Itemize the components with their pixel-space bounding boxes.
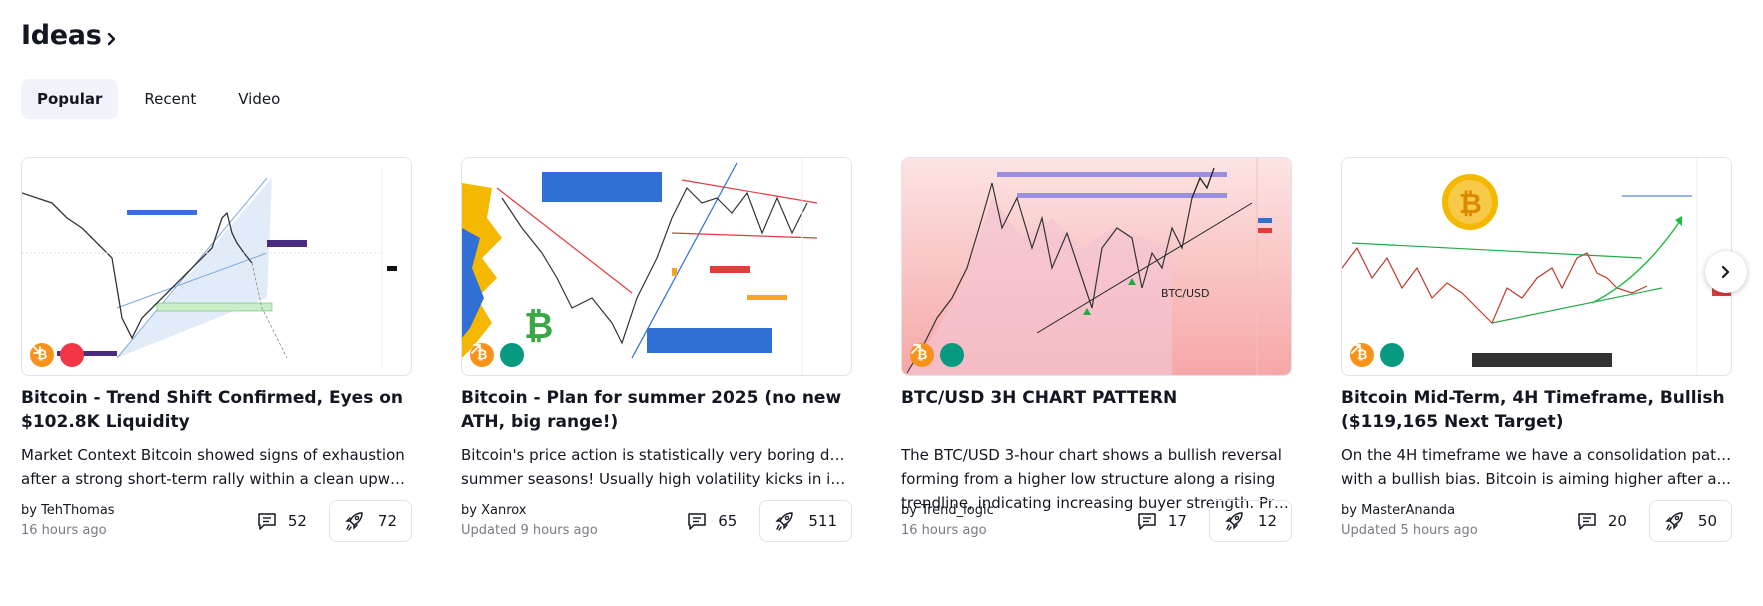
idea-meta: by TehThomas 16 hours ago <box>21 501 115 541</box>
boost-count: 12 <box>1257 512 1277 530</box>
author-link[interactable]: by TehThomas <box>21 501 115 521</box>
timestamp: 16 hours ago <box>901 523 987 538</box>
idea-badges: ₿ <box>910 343 970 367</box>
boost-button[interactable]: 72 <box>328 500 412 542</box>
idea-footer: by TehThomas 16 hours ago 52 72 <box>21 500 412 542</box>
timestamp: Updated 5 hours ago <box>1341 523 1478 538</box>
idea-thumbnail[interactable]: ₿ <box>21 157 412 376</box>
idea-card[interactable]: ₿ ₿ Bitcoin Mid-Term, 4H Timeframe, Bull… <box>1341 157 1732 542</box>
boost-button[interactable]: 511 <box>759 500 852 542</box>
idea-title[interactable]: BTC/USD 3H CHART PATTERN <box>901 386 1292 434</box>
idea-description: On the 4H timeframe we have a consolidat… <box>1341 446 1732 488</box>
comments-count: 52 <box>287 512 307 530</box>
idea-title[interactable]: Bitcoin - Trend Shift Confirmed, Eyes on… <box>21 386 412 434</box>
chart-pair-label: BTC/USD <box>1161 287 1210 300</box>
arrow-up-right-icon <box>911 343 964 367</box>
rocket-icon <box>775 512 794 531</box>
idea-card[interactable]: ₿ Bitcoin - Trend Shift Confirmed, Eyes … <box>21 157 412 542</box>
boost-count: 50 <box>1697 512 1717 530</box>
comments-count: 17 <box>1167 512 1187 530</box>
boost-button[interactable]: 50 <box>1648 500 1732 542</box>
section-header[interactable]: Ideas <box>21 20 121 51</box>
idea-actions: 17 12 <box>1136 500 1292 542</box>
idea-thumbnail[interactable]: ₿ ₿ <box>461 157 852 376</box>
timestamp: 16 hours ago <box>21 523 107 538</box>
timestamp: Updated 9 hours ago <box>461 523 598 538</box>
arrow-up-right-icon <box>1351 343 1404 367</box>
comments-button[interactable]: 17 <box>1136 511 1187 531</box>
idea-footer: by MasterAnanda Updated 5 hours ago 20 5… <box>1341 500 1732 542</box>
idea-actions: 52 72 <box>256 500 412 542</box>
author-link[interactable]: by MasterAnanda <box>1341 501 1478 521</box>
tab-recent[interactable]: Recent <box>128 79 212 119</box>
idea-description: Market Context Bitcoin showed signs of e… <box>21 446 412 488</box>
tab-popular[interactable]: Popular <box>21 79 119 119</box>
boost-count: 511 <box>808 512 837 530</box>
idea-footer: by Xanrox Updated 9 hours ago 65 511 <box>461 500 852 542</box>
comments-button[interactable]: 65 <box>686 511 737 531</box>
idea-actions: 20 50 <box>1576 500 1732 542</box>
boost-button[interactable]: 12 <box>1208 500 1292 542</box>
comments-button[interactable]: 52 <box>256 511 307 531</box>
author-link[interactable]: by Xanrox <box>461 501 598 521</box>
comment-icon <box>688 513 707 530</box>
idea-meta: by Xanrox Updated 9 hours ago <box>461 501 598 541</box>
svg-text:₿: ₿ <box>524 306 553 347</box>
idea-meta: by Trend_logic 16 hours ago <box>901 501 994 541</box>
arrow-up-right-icon <box>471 343 524 367</box>
idea-title[interactable]: Bitcoin - Plan for summer 2025 (no new A… <box>461 386 852 434</box>
idea-thumbnail[interactable]: BTC/USD ₿ <box>901 157 1292 376</box>
boost-count: 72 <box>377 512 397 530</box>
comment-icon <box>1578 513 1596 530</box>
section-title[interactable]: Ideas <box>21 20 102 51</box>
carousel-next-button[interactable] <box>1705 251 1747 293</box>
idea-badges: ₿ <box>1350 343 1410 367</box>
svg-text:₿: ₿ <box>1459 187 1482 220</box>
rocket-icon <box>345 512 363 531</box>
chevron-right-icon <box>108 32 116 45</box>
idea-title[interactable]: Bitcoin Mid-Term, 4H Timeframe, Bullish … <box>1341 386 1732 434</box>
comment-icon <box>258 513 276 530</box>
ideas-carousel: ₿ Bitcoin - Trend Shift Confirmed, Eyes … <box>21 157 1732 542</box>
comments-button[interactable]: 20 <box>1576 511 1627 531</box>
tab-bar: Popular Recent Video <box>21 79 306 119</box>
comments-count: 65 <box>718 512 738 530</box>
comment-icon <box>1138 513 1156 530</box>
tab-video[interactable]: Video <box>222 79 296 119</box>
idea-badges: ₿ <box>30 343 90 367</box>
chevron-right-icon <box>1721 265 1730 279</box>
idea-description: Bitcoin's price action is statistically … <box>461 446 852 488</box>
arrow-down-right-icon <box>31 343 84 367</box>
idea-meta: by MasterAnanda Updated 5 hours ago <box>1341 501 1478 541</box>
idea-actions: 65 511 <box>686 500 852 542</box>
comments-count: 20 <box>1607 512 1627 530</box>
rocket-icon <box>1225 512 1243 531</box>
idea-badges: ₿ <box>470 343 530 367</box>
rocket-icon <box>1665 512 1683 531</box>
idea-card[interactable]: BTC/USD ₿ BTC/USD 3H CHART PATTERN The B… <box>901 157 1292 542</box>
author-link[interactable]: by Trend_logic <box>901 501 994 521</box>
idea-card[interactable]: ₿ ₿ Bitcoin - Plan for summer 2025 (no n… <box>461 157 852 542</box>
idea-thumbnail[interactable]: ₿ ₿ <box>1341 157 1732 376</box>
